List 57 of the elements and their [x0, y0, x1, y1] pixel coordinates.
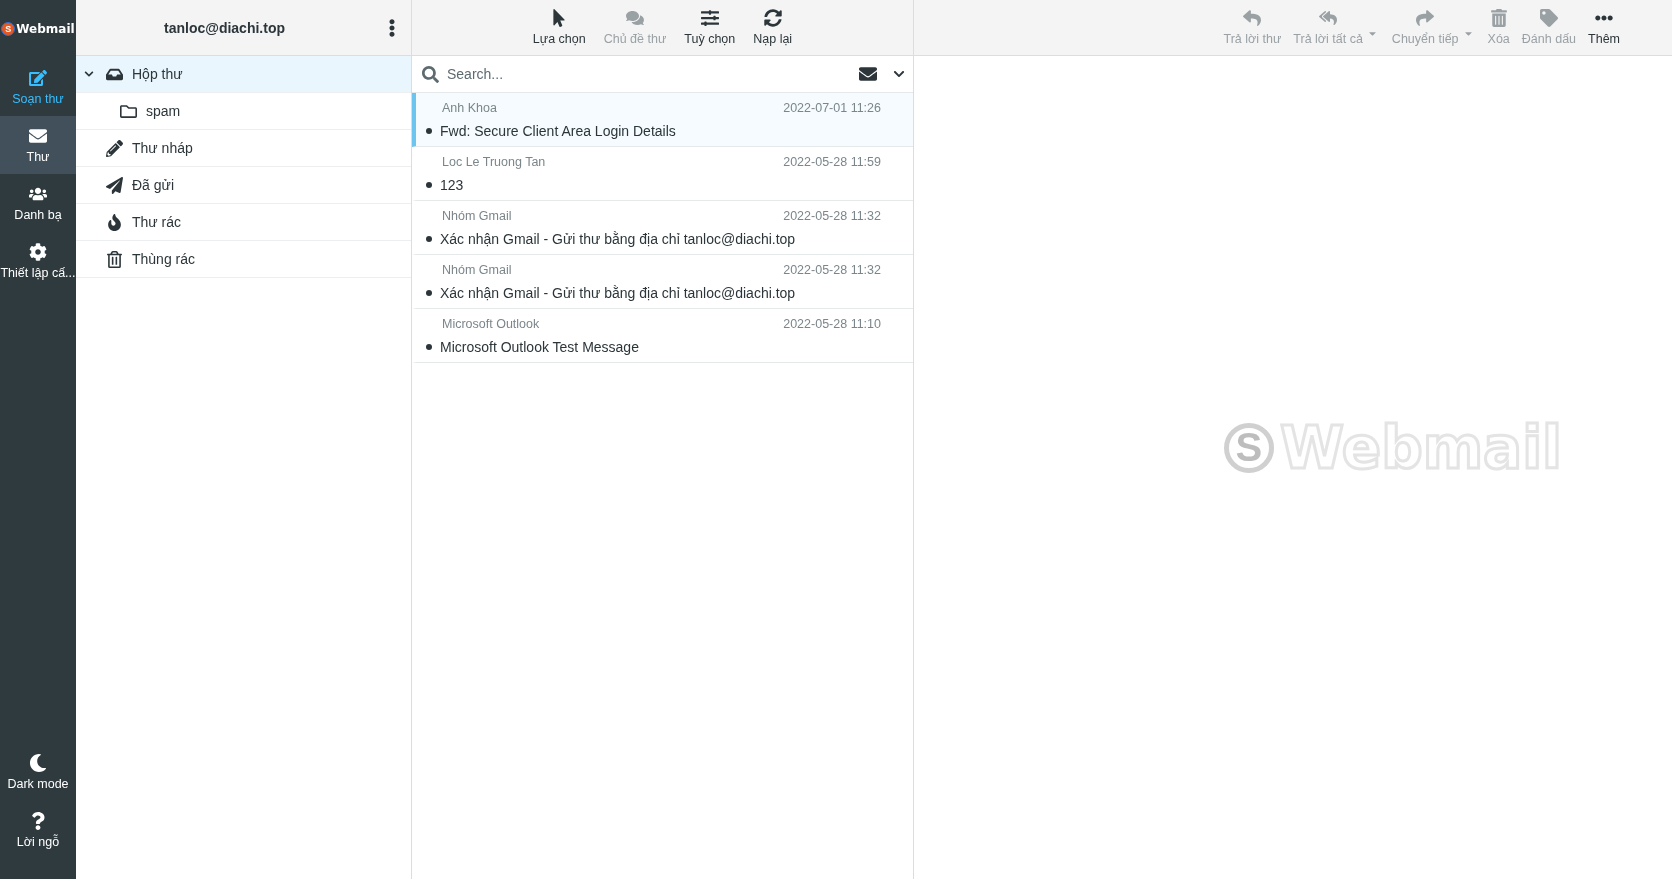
nav-item[interactable]: Lời ngỗ	[0, 801, 76, 859]
folder-name: Thùng rác	[132, 251, 196, 267]
flame-icon	[105, 213, 123, 231]
chevron-icon[interactable]	[893, 68, 905, 80]
moon-icon	[29, 753, 47, 772]
account-name: tanloc@diachi.top	[163, 19, 286, 36]
paper-plane-icon	[105, 176, 123, 194]
envelope-icon	[29, 126, 47, 145]
trash-icon	[1489, 9, 1508, 27]
folder-name: Hộp thư	[132, 66, 183, 82]
message-date: 2022-05-28 11:32	[783, 208, 881, 223]
envelope-icon[interactable]	[859, 65, 877, 83]
message-date: 2022-05-28 11:10	[783, 316, 881, 331]
message-sender: Nhóm Gmail	[442, 208, 512, 223]
folder-name: Đã gửi	[132, 177, 175, 193]
toolbar-button[interactable]: Thêm	[1584, 9, 1624, 46]
search-field[interactable]: Search...	[447, 56, 851, 92]
message-date: 2022-07-01 11:26	[783, 100, 881, 115]
message-subject: 123	[440, 176, 464, 193]
message-date: 2022-05-28 11:59	[783, 154, 881, 169]
message-subject: Microsoft Outlook Test Message	[440, 338, 639, 355]
toolbar-button[interactable]: Lựa chọn	[528, 9, 590, 46]
reply-all-icon	[1319, 9, 1338, 27]
forward-arrow-icon	[1416, 9, 1435, 27]
message-sender: Microsoft Outlook	[442, 316, 540, 331]
webmail-logo: S Webmail	[0, 0, 76, 58]
message-sender: Anh Khoa	[442, 100, 497, 115]
folder-name: Thư nháp	[132, 140, 193, 156]
folder-icon	[119, 102, 137, 120]
nav-item[interactable]: Soạn thư	[0, 58, 76, 116]
pencil-icon	[105, 139, 123, 157]
message-subject: Fwd: Secure Client Area Login Details	[440, 122, 676, 139]
message-row[interactable]: Anh Khoa 2022-07-01 11:26 Fwd: Secure Client Area Login Details	[412, 93, 913, 147]
toolbar-button[interactable]: Nạp lại	[749, 9, 797, 46]
sliders-icon	[700, 9, 719, 27]
message-sender: Nhóm Gmail	[442, 262, 512, 277]
refresh-icon	[763, 9, 782, 27]
message-sender: Loc Le Truong Tan	[442, 154, 546, 169]
chevron-icon[interactable]	[84, 69, 94, 79]
settings-icon	[29, 242, 47, 261]
folder-item[interactable]: Hộp thư	[76, 56, 411, 93]
nav-item[interactable]: Danh bạ	[0, 174, 76, 232]
search-icon	[422, 65, 439, 83]
question-mark-icon	[29, 811, 47, 830]
message-subject: Xác nhận Gmail - Gửi thư bằng địa chỉ tanloc@diachi.top	[440, 284, 796, 301]
reply-icon	[1243, 9, 1262, 27]
nav-item[interactable]: Dark mode	[0, 743, 76, 801]
toolbar-button[interactable]: Tuỳ chọn	[680, 9, 740, 46]
tag-icon	[1539, 9, 1558, 27]
message-date: 2022-05-28 11:32	[783, 262, 881, 277]
nav-item[interactable]: Thư	[0, 116, 76, 174]
folder-name: Thư rác	[132, 214, 182, 230]
message-subject: Xác nhận Gmail - Gửi thư bằng địa chỉ tanloc@diachi.top	[440, 230, 796, 247]
folder-name: spam	[146, 103, 181, 119]
trash-icon	[105, 250, 123, 268]
speech-bubbles-icon	[626, 9, 644, 27]
nav-item[interactable]: Thiết lập cấ...	[0, 232, 76, 290]
